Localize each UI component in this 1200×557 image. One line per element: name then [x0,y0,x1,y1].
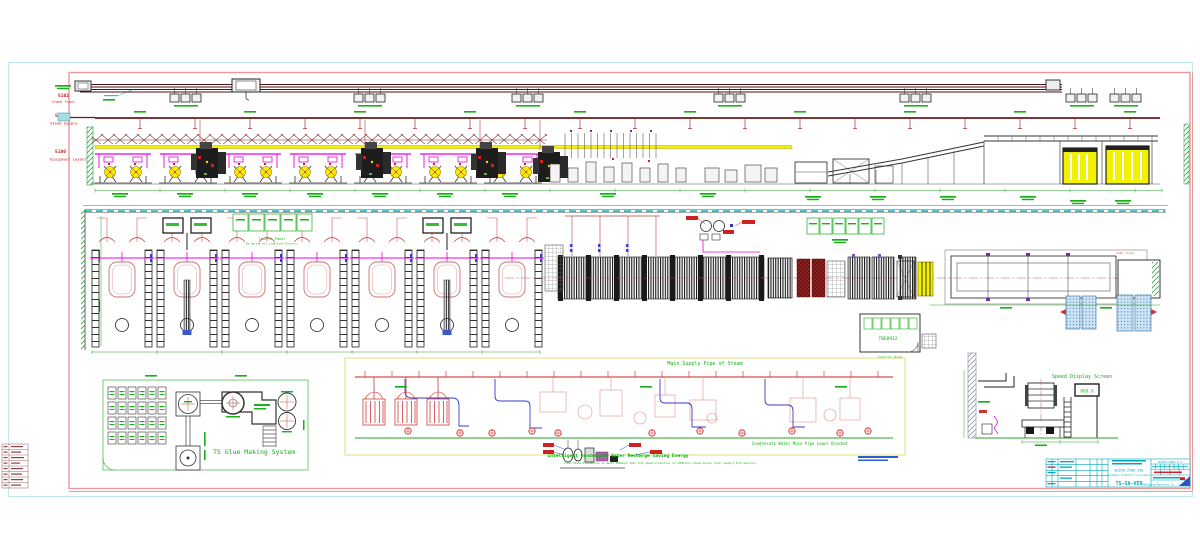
glue-system-label: T5 Glue Making System [213,448,295,456]
dryer-section [558,216,764,301]
glue-kitchen [686,216,760,252]
control-panel-label: Control Panel [259,237,286,241]
margin-code-3: 5100 [55,149,66,155]
room-code: TRE8912 [879,336,898,342]
elevation-view [87,120,1189,204]
plan-view: Control Panel By Series Air Condition El… [81,206,1168,360]
glue-system-plan: T5 Glue Making System [103,375,308,470]
recharge-headline: Intelligent Condensate Water Recharge sa… [547,453,688,459]
condensate-bracket-label: Condensate Water Main Pipe Lower Bracket [752,441,849,446]
glue-tanks [176,391,296,470]
speed-display-value: 888.8 [1080,389,1094,395]
title-drawing-no: WJ250-2500-15B [1115,469,1144,473]
margin-label-1: Crane Track [52,100,74,104]
steam-schematic: Main Supply Pipe of Steam Condensate Wat… [345,358,905,468]
pallet-grid [108,387,166,444]
control-panel-row-1: Control Panel By Series Air Condition El… [233,214,312,246]
steam-supply-pipe [58,111,1160,129]
control-panel-row-2 [807,218,884,243]
margin-label-3: Equipment Layout [50,157,87,162]
control-room: TRE8912 Control Room [860,314,936,360]
control-panel-sub: By Series Air Condition Electric [246,242,298,246]
incline-conveyor [795,136,1158,184]
margin-code-1: 5102 [58,93,69,99]
title-block: WJ250-2500-2-V WJ250-2500-15B Automatic … [1046,459,1190,487]
speed-screen-label: Speed Display Screen [1052,374,1112,380]
user-machines-sketch [540,377,860,424]
stacker-panels [1063,146,1149,184]
recharge-note: Total Steam Consumption is about 3000kg/… [564,461,757,465]
crane-busbar [75,79,1141,107]
condensate-piping [405,379,805,428]
title-model: TS-SA-VER [1115,481,1143,487]
speed-display-elevation: 888.8 Speed Display Screen [964,353,1118,446]
cad-sheet: 5102 Crane Track 5101 Steam Supply 5100 … [0,0,1200,557]
title-doc-no: WJ250-2500-2-V [1158,460,1182,464]
control-room-label: Control Room [878,356,903,360]
pallet-stacks [1060,295,1157,331]
conveyor-note: 1400 72rpm [1116,251,1134,255]
title-company: Packaging Machinery Co., Ltd. [1142,484,1184,487]
revision-table [2,444,28,488]
steam-main-title: Main Supply Pipe of Steam [667,361,742,367]
title-sheet-title: Automatic Production Line Layout [1108,474,1151,477]
